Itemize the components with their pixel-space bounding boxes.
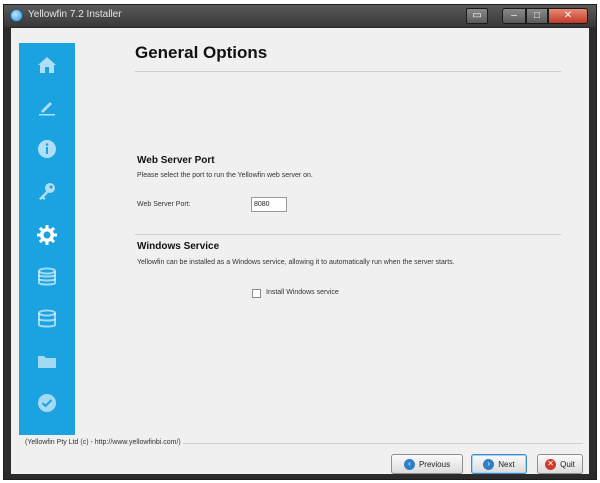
quit-button-label: Quit <box>560 459 575 469</box>
arrow-left-icon: ‹ <box>403 458 415 470</box>
web-server-description: Please select the port to run the Yellow… <box>137 172 313 179</box>
key-icon <box>39 183 55 200</box>
home-icon <box>38 57 56 73</box>
arrow-right-icon: › <box>483 458 495 470</box>
window-title: Yellowfin 7.2 Installer <box>28 9 122 20</box>
web-server-port-label: Web Server Port: <box>137 201 191 208</box>
check-icon <box>38 394 56 412</box>
window-controls: ▭ – □ ✕ <box>466 8 588 24</box>
copyright-text: (Yellowfin Pty Ltd (c) - http://www.yell… <box>25 439 181 446</box>
step-sidebar <box>19 43 75 435</box>
installer-content: General Options Web Server Port Please s… <box>11 28 589 474</box>
sidebar-item-home <box>19 45 75 85</box>
sidebar-item-license <box>19 87 75 127</box>
installer-window: Yellowfin 7.2 Installer ▭ – □ ✕ General … <box>3 4 597 480</box>
section-divider <box>135 234 561 235</box>
footer-divider <box>183 443 583 444</box>
database-sync-icon <box>38 309 56 328</box>
info-icon <box>38 140 56 158</box>
previous-button[interactable]: ‹ Previous <box>391 454 463 474</box>
install-service-label[interactable]: Install Windows service <box>266 289 339 296</box>
page-title: General Options <box>135 43 268 62</box>
close-button[interactable]: ✕ <box>548 8 588 24</box>
web-server-port-input[interactable] <box>251 197 287 212</box>
windows-service-description: Yellowfin can be installed as a Windows … <box>137 259 455 266</box>
next-button[interactable]: › Next <box>471 454 527 474</box>
pen-icon <box>39 102 55 116</box>
install-service-checkbox[interactable] <box>252 289 261 298</box>
quit-button[interactable]: ✕ Quit <box>537 454 583 474</box>
next-button-label: Next <box>498 459 515 469</box>
title-bar[interactable]: Yellowfin 7.2 Installer ▭ – □ ✕ <box>4 5 596 27</box>
title-divider <box>135 71 561 72</box>
maximize-button[interactable]: □ <box>526 8 548 24</box>
quit-icon: ✕ <box>545 458 557 470</box>
app-icon <box>10 9 23 22</box>
sidebar-item-finish <box>19 383 75 423</box>
minimize-button[interactable]: – <box>502 8 526 24</box>
sidebar-item-key <box>19 171 75 211</box>
sidebar-item-options <box>19 215 75 255</box>
web-server-heading: Web Server Port <box>137 155 215 166</box>
windows-service-heading: Windows Service <box>137 241 220 252</box>
sidebar-item-folder <box>19 341 75 381</box>
previous-button-label: Previous <box>418 459 451 469</box>
database-icon <box>38 267 56 286</box>
sidebar-item-database-config <box>19 299 75 339</box>
sidebar-item-info <box>19 129 75 169</box>
compat-icon[interactable]: ▭ <box>466 8 488 24</box>
folder-icon <box>38 356 56 368</box>
gear-icon <box>37 225 57 245</box>
sidebar-item-database <box>19 257 75 297</box>
